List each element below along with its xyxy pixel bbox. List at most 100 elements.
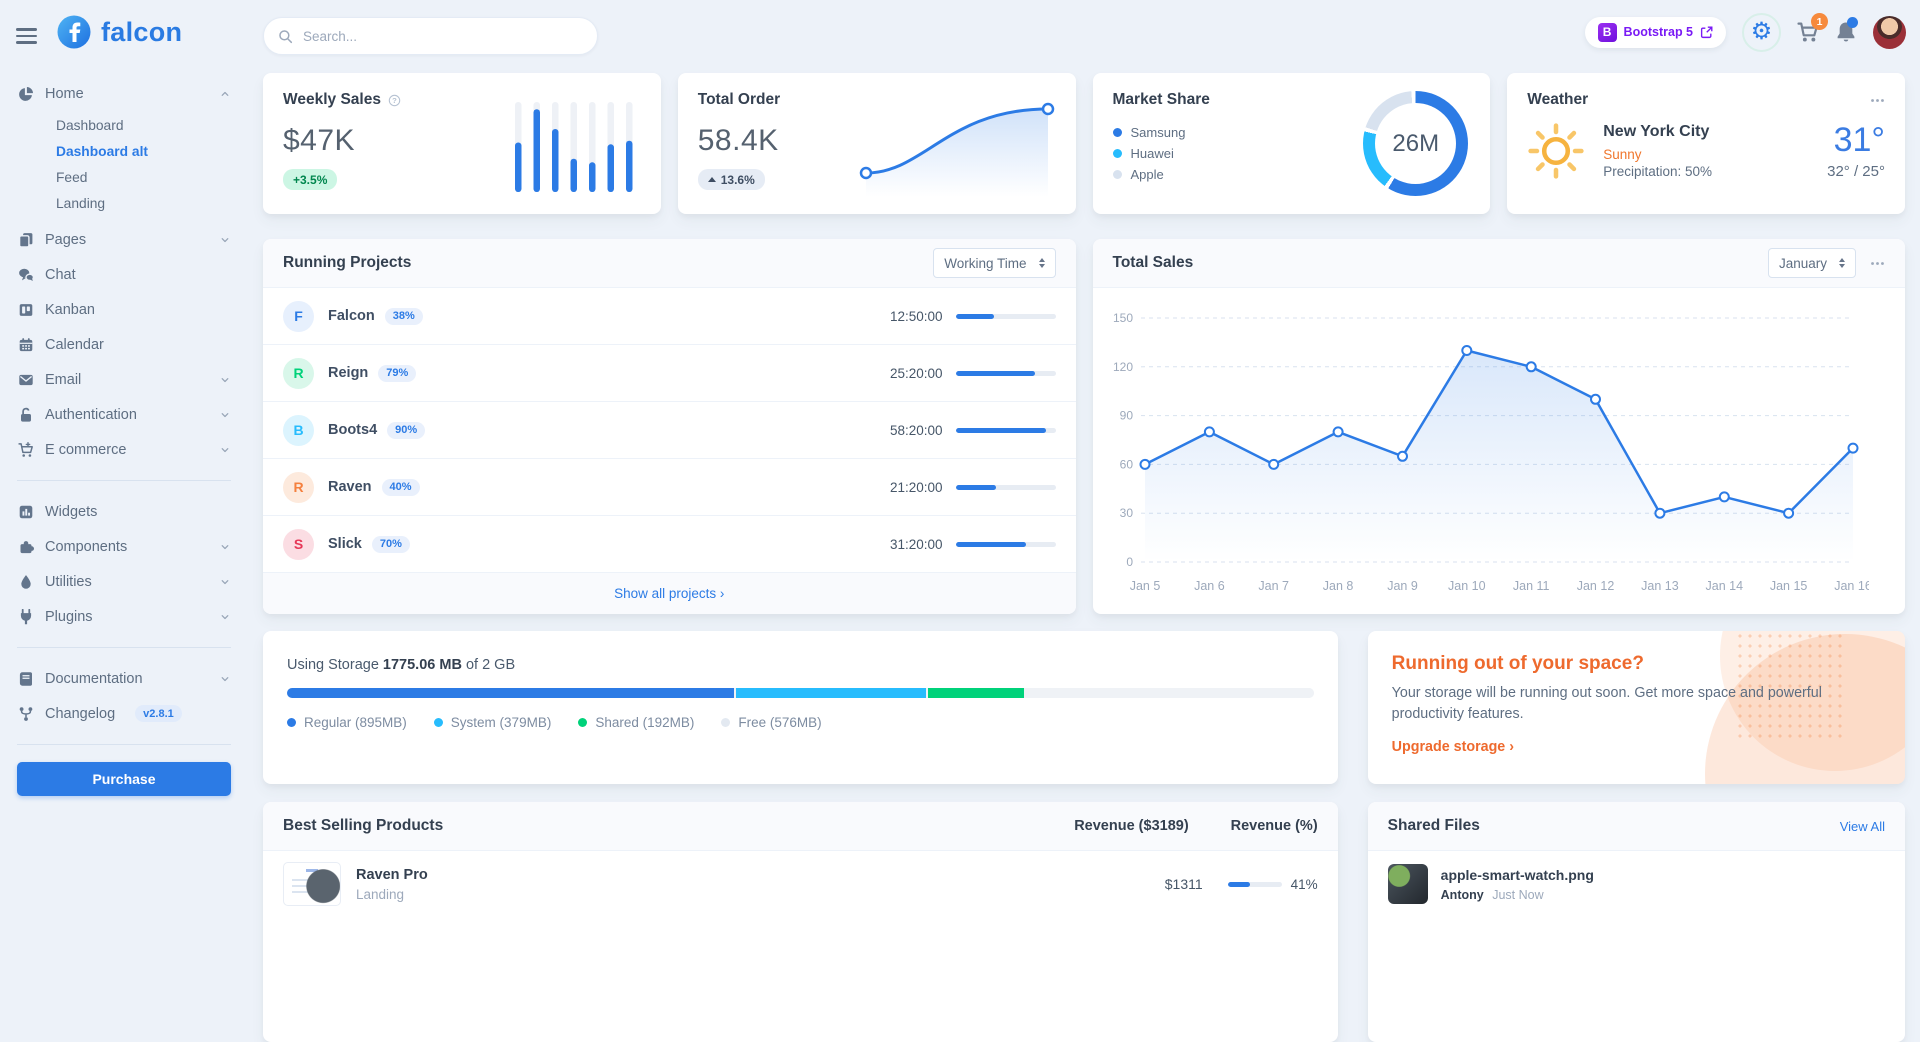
sidebar-divider bbox=[17, 480, 231, 481]
legend-dot bbox=[578, 718, 587, 727]
storage-legend-system-379mb-: System (379MB) bbox=[434, 715, 552, 730]
storage-used-value: 1775.06 MB bbox=[383, 657, 462, 673]
bootstrap5-badge[interactable]: B Bootstrap 5 bbox=[1585, 17, 1726, 48]
weekly-sales-title: Weekly Sales bbox=[283, 91, 381, 109]
weather-card: Weather New York City Sunny Precipitatio… bbox=[1507, 73, 1905, 214]
sidebar-submenu-home: DashboardDashboard altFeedLanding bbox=[17, 112, 231, 216]
space-warning-body: Your storage will be running out soon. G… bbox=[1392, 683, 1832, 724]
falcon-logo[interactable]: falcon bbox=[56, 14, 182, 50]
sidebar-label-email: Email bbox=[45, 372, 81, 388]
main-content: Weekly Sales ? $47K +3.5% Total Order 58… bbox=[263, 73, 1905, 1042]
search-input[interactable] bbox=[301, 28, 583, 45]
project-row-raven[interactable]: RRaven40%21:20:00 bbox=[263, 459, 1076, 516]
svg-text:Jan 13: Jan 13 bbox=[1641, 579, 1679, 593]
total-order-card: Total Order 58.4K 13.6% bbox=[678, 73, 1076, 214]
project-avatar: F bbox=[283, 301, 314, 332]
shared-file-row[interactable]: apple-smart-watch.png Antony Just Now bbox=[1368, 851, 1905, 917]
total-order-title: Total Order bbox=[698, 91, 780, 109]
project-list: FFalcon38%12:50:00RReign79%25:20:00BBoot… bbox=[263, 288, 1076, 573]
search-box[interactable] bbox=[263, 17, 598, 55]
pages-icon bbox=[17, 232, 34, 248]
chevron-down-icon bbox=[219, 673, 231, 685]
storage-legend-shared-192mb-: Shared (192MB) bbox=[578, 715, 694, 730]
view-all-link[interactable]: View All bbox=[1840, 819, 1885, 834]
topbar-controls: B Bootstrap 5 ⚙ 1 bbox=[1585, 10, 1906, 54]
svg-text:90: 90 bbox=[1119, 409, 1133, 423]
sidebar-label-documentation: Documentation bbox=[45, 671, 143, 687]
version-badge: v2.8.1 bbox=[135, 705, 182, 722]
sidebar-item-dashboard-alt[interactable]: Dashboard alt bbox=[56, 138, 231, 164]
chevron-up-icon bbox=[219, 88, 231, 100]
weather-condition: Sunny bbox=[1603, 147, 1712, 162]
help-icon[interactable]: ? bbox=[388, 94, 401, 107]
legend-dot bbox=[721, 718, 730, 727]
bootstrap-icon: B bbox=[1598, 23, 1617, 42]
branch-icon bbox=[17, 706, 34, 722]
legend-label: Regular (895MB) bbox=[304, 715, 407, 730]
sidebar-item-landing[interactable]: Landing bbox=[56, 190, 231, 216]
sidebar-nav: Home DashboardDashboard altFeedLanding Pag… bbox=[17, 76, 231, 731]
sidebar-item-feed[interactable]: Feed bbox=[56, 164, 231, 190]
weather-menu-button[interactable] bbox=[1870, 93, 1885, 108]
project-progress-bar bbox=[956, 371, 1056, 376]
sidebar-label-e-commerce: E commerce bbox=[45, 442, 126, 458]
project-row-boots4[interactable]: BBoots490%58:20:00 bbox=[263, 402, 1076, 459]
legend-dot bbox=[287, 718, 296, 727]
project-time: 12:50:00 bbox=[890, 309, 943, 324]
sun-icon bbox=[1527, 122, 1585, 180]
project-row-slick[interactable]: SSlick70%31:20:00 bbox=[263, 516, 1076, 573]
total-order-badge-value: 13.6% bbox=[721, 173, 755, 187]
legend-dot bbox=[1113, 149, 1122, 158]
hamburger-menu-icon[interactable] bbox=[16, 28, 37, 48]
sidebar-item-components[interactable]: Components bbox=[17, 529, 231, 564]
legend-dot bbox=[1113, 170, 1122, 179]
sidebar-item-chat[interactable]: Chat bbox=[17, 257, 231, 292]
sidebar-item-kanban[interactable]: Kanban bbox=[17, 292, 231, 327]
storage-total-value: of 2 GB bbox=[466, 657, 515, 673]
puzzle-icon bbox=[17, 539, 34, 555]
market-share-card: Market Share SamsungHuaweiApple 26M bbox=[1093, 73, 1491, 214]
project-name: Raven bbox=[328, 479, 372, 495]
sidebar-item-dashboard[interactable]: Dashboard bbox=[56, 112, 231, 138]
sidebar-item-e-commerce[interactable]: E commerce bbox=[17, 432, 231, 467]
purchase-button[interactable]: Purchase bbox=[17, 762, 231, 796]
product-name[interactable]: Raven Pro bbox=[356, 867, 1038, 883]
file-name[interactable]: apple-smart-watch.png bbox=[1441, 867, 1594, 883]
sidebar-item-calendar[interactable]: Calendar bbox=[17, 327, 231, 362]
market-share-title: Market Share bbox=[1113, 91, 1210, 109]
project-row-falcon[interactable]: FFalcon38%12:50:00 bbox=[263, 288, 1076, 345]
sidebar-item-widgets[interactable]: Widgets bbox=[17, 494, 231, 529]
gear-icon: ⚙ bbox=[1751, 20, 1773, 44]
sidebar-item-email[interactable]: Email bbox=[17, 362, 231, 397]
legend-label: Shared (192MB) bbox=[595, 715, 694, 730]
sidebar-item-changelog[interactable]: Changelogv2.8.1 bbox=[17, 696, 231, 731]
legend-label: Samsung bbox=[1131, 125, 1186, 140]
show-all-projects-link[interactable]: Show all projects › bbox=[614, 586, 724, 601]
sidebar-item-pages[interactable]: Pages bbox=[17, 222, 231, 257]
sidebar-label-home: Home bbox=[45, 86, 84, 102]
product-row[interactable]: Raven Pro Landing $1311 41% bbox=[263, 851, 1338, 917]
show-all-projects-label: Show all projects bbox=[614, 586, 716, 601]
avatar[interactable] bbox=[1873, 16, 1906, 49]
sidebar-item-documentation[interactable]: Documentation bbox=[17, 661, 231, 696]
upgrade-storage-link[interactable]: Upgrade storage › bbox=[1392, 739, 1514, 755]
legend-label: Huawei bbox=[1131, 146, 1174, 161]
project-name: Boots4 bbox=[328, 422, 377, 438]
total-sales-menu-button[interactable] bbox=[1870, 256, 1885, 271]
chevron-down-icon bbox=[219, 576, 231, 588]
legend-label: Apple bbox=[1131, 167, 1164, 182]
sidebar-label-calendar: Calendar bbox=[45, 337, 104, 353]
project-row-reign[interactable]: RReign79%25:20:00 bbox=[263, 345, 1076, 402]
sidebar-label-kanban: Kanban bbox=[45, 302, 95, 318]
month-select[interactable]: January bbox=[1768, 248, 1856, 278]
sidebar-item-home[interactable]: Home bbox=[17, 76, 231, 111]
cart-button[interactable]: 1 bbox=[1797, 21, 1819, 43]
sidebar-item-utilities[interactable]: Utilities bbox=[17, 564, 231, 599]
svg-text:?: ? bbox=[392, 96, 397, 105]
sidebar-item-plugins[interactable]: Plugins bbox=[17, 599, 231, 634]
settings-button[interactable]: ⚙ bbox=[1742, 13, 1781, 52]
notifications-button[interactable] bbox=[1835, 21, 1857, 43]
sidebar-item-authentication[interactable]: Authentication bbox=[17, 397, 231, 432]
legend-label: System (379MB) bbox=[451, 715, 552, 730]
working-time-select[interactable]: Working Time bbox=[933, 248, 1055, 278]
